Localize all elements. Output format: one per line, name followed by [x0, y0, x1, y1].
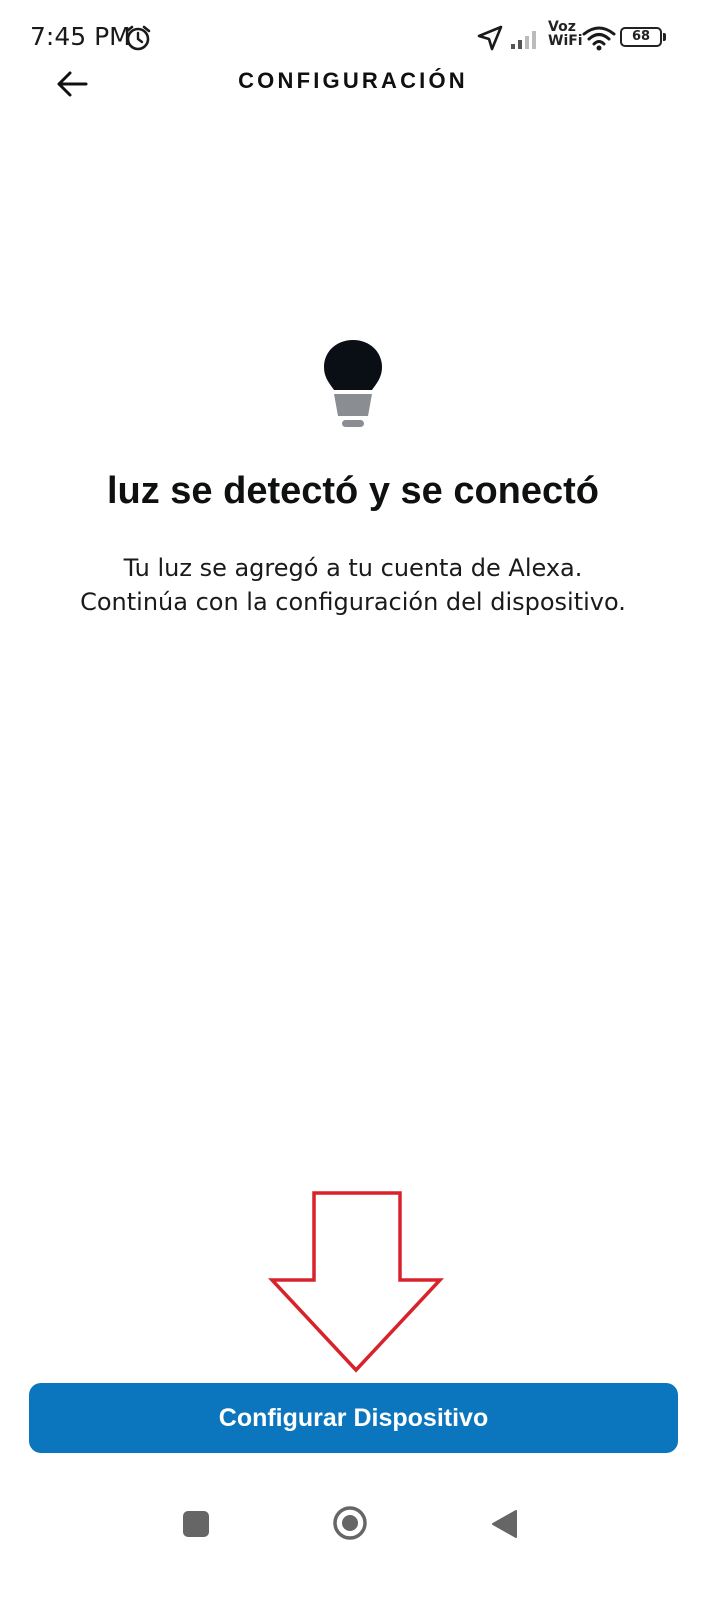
voz-wifi-indicator: Voz WiFi [548, 20, 583, 48]
home-circle-icon[interactable] [332, 1505, 368, 1541]
description-line-1: Tu luz se agregó a tu cuenta de Alexa. [123, 554, 583, 582]
cellular-signal-icon [511, 31, 536, 49]
page-title: CONFIGURACIÓN [238, 68, 468, 93]
down-arrow-outline-icon [268, 1191, 444, 1373]
detected-title: luz se detectó y se conectó [106, 470, 600, 512]
description-line-2: Continúa con la configuración del dispos… [80, 588, 626, 616]
status-bar: 7:45 PM Voz WiFi 68 [0, 0, 720, 76]
voz-label: Voz [548, 19, 576, 35]
status-time: 7:45 PM [30, 22, 131, 51]
alarm-icon [125, 25, 151, 51]
back-triangle-icon[interactable] [490, 1508, 518, 1540]
battery-tip [663, 33, 666, 41]
recents-square-icon[interactable] [183, 1511, 209, 1537]
location-arrow-icon [477, 25, 503, 51]
battery-icon: 68 [620, 27, 662, 47]
wifi-icon [582, 26, 616, 51]
configure-device-button[interactable]: Configurar Dispositivo [29, 1383, 678, 1453]
wifi-label: WiFi [548, 33, 583, 49]
light-bulb-icon [324, 340, 382, 427]
